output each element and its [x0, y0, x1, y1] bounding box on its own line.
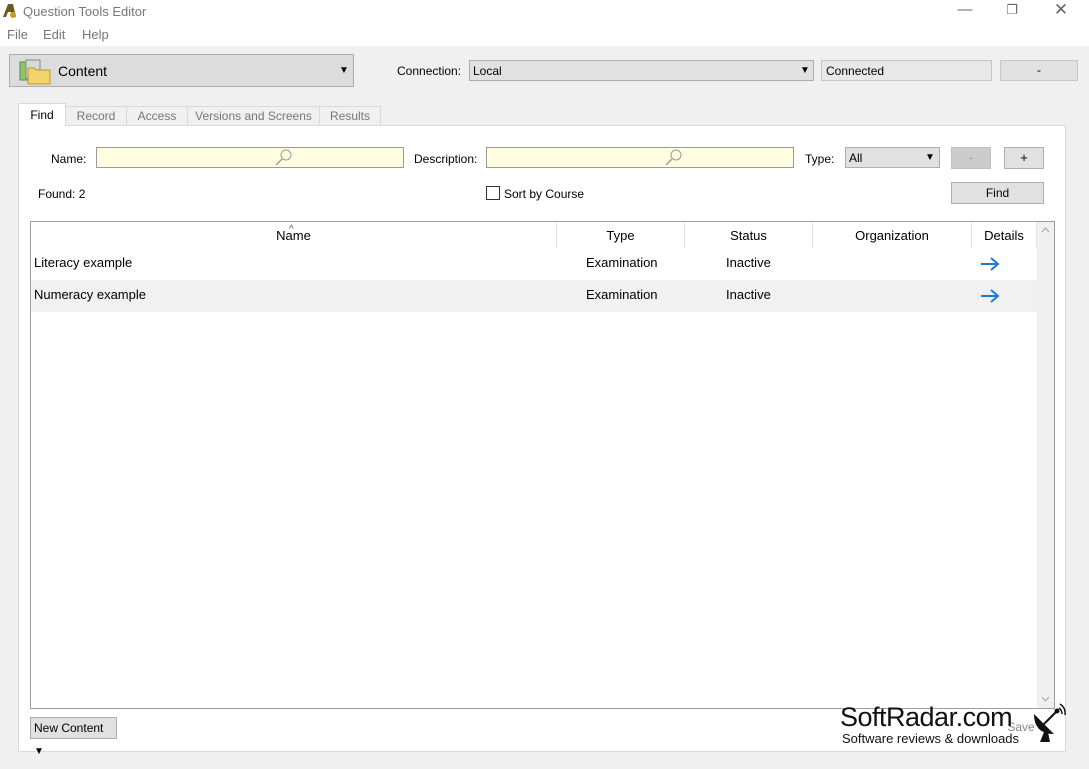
tab-versions-and-screens[interactable]: Versions and Screens	[187, 106, 320, 126]
connection-status: Connected	[826, 64, 885, 78]
search-icon	[665, 149, 682, 166]
cell-name: Numeracy example	[34, 287, 146, 302]
description-input[interactable]	[486, 147, 794, 168]
menu-edit[interactable]: Edit	[43, 27, 65, 42]
new-content-button[interactable]: New Content ▼	[30, 717, 117, 757]
cell-status: Inactive	[726, 255, 771, 270]
column-header-status[interactable]: Status	[685, 222, 813, 248]
tab-find[interactable]: Find	[18, 103, 66, 126]
name-label: Name:	[51, 152, 87, 166]
remove-button[interactable]: -	[951, 147, 991, 169]
details-arrow-icon[interactable]	[979, 256, 1001, 272]
cell-type: Examination	[586, 255, 658, 270]
cell-status: Inactive	[726, 287, 771, 302]
menu-file[interactable]: File	[7, 27, 28, 42]
cell-type: Examination	[586, 287, 658, 302]
tab-record[interactable]: Record	[65, 106, 127, 126]
title-bar: Question Tools Editor — ❐ ✕	[0, 0, 1089, 22]
disconnect-button[interactable]: -	[1000, 60, 1078, 81]
chevron-down-icon: ▼	[34, 746, 44, 757]
connection-status-field: Connected	[821, 60, 992, 81]
details-arrow-icon[interactable]	[979, 288, 1001, 304]
app-logo-icon	[3, 4, 16, 18]
found-count: Found: 2	[38, 187, 86, 201]
column-header-details[interactable]: Details	[972, 222, 1037, 248]
search-icon	[275, 149, 292, 166]
connection-select[interactable]: Local ▼	[469, 60, 814, 81]
column-header-name[interactable]: ^ Name	[31, 222, 557, 248]
content-module-select[interactable]: Content ▼	[9, 54, 354, 87]
sort-ascending-icon: ^	[289, 224, 294, 235]
table-row[interactable]: Literacy example Examination Inactive	[31, 248, 1037, 280]
tab-results[interactable]: Results	[319, 106, 381, 126]
cell-name: Literacy example	[34, 255, 133, 270]
minimize-button[interactable]: —	[942, 0, 988, 22]
tab-access[interactable]: Access	[126, 106, 188, 126]
menu-bar: File Edit Help	[0, 22, 1089, 46]
chevron-down-icon: ▼	[800, 65, 810, 76]
name-input[interactable]	[96, 147, 404, 168]
sort-by-course-label: Sort by Course	[504, 187, 585, 201]
folder-icon	[19, 59, 51, 85]
type-select[interactable]: All ▼	[845, 147, 940, 168]
type-value: All	[849, 151, 863, 165]
sort-by-course-checkbox[interactable]	[486, 186, 500, 200]
watermark-subtitle: Software reviews & downloads	[842, 731, 1020, 746]
find-button[interactable]: Find	[951, 182, 1044, 204]
connection-value: Local	[473, 64, 502, 78]
content-label: Content	[58, 63, 108, 79]
window-title: Question Tools Editor	[23, 4, 147, 19]
column-header-type[interactable]: Type	[557, 222, 685, 248]
add-button[interactable]: +	[1004, 147, 1044, 169]
chevron-down-icon: ▼	[925, 152, 935, 163]
chevron-down-icon: ▼	[339, 65, 349, 76]
table-row[interactable]: Numeracy example Examination Inactive	[31, 280, 1037, 312]
table-scrollbar[interactable]	[1037, 222, 1054, 708]
close-button[interactable]: ✕	[1038, 0, 1084, 22]
maximize-button[interactable]: ❐	[989, 0, 1035, 22]
description-label: Description:	[414, 152, 478, 166]
menu-help[interactable]: Help	[82, 27, 109, 42]
type-label: Type:	[805, 152, 835, 166]
satellite-dish-icon	[1034, 703, 1066, 742]
results-table: ^ Name Type Status Organization Details …	[30, 221, 1055, 709]
watermark-title: SoftRadar.com	[840, 702, 1013, 732]
column-header-organization[interactable]: Organization	[813, 222, 972, 248]
scroll-up-icon[interactable]	[1041, 227, 1050, 233]
connection-label: Connection:	[397, 64, 462, 78]
